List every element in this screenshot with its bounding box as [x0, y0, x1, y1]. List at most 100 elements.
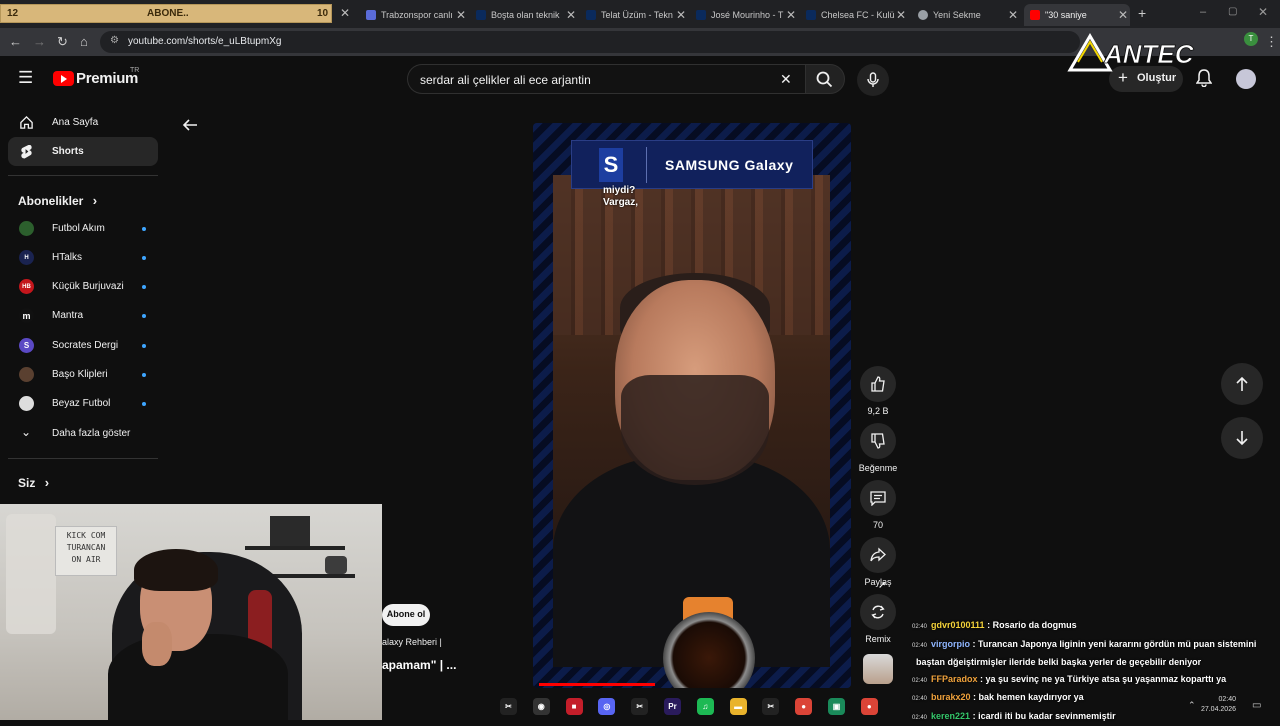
discord-icon[interactable]: ◎ — [598, 698, 615, 715]
folder-icon[interactable]: ▬ — [730, 698, 747, 715]
app-red-icon[interactable]: ■ — [566, 698, 583, 715]
site-info-icon[interactable]: ⚙ — [110, 35, 119, 46]
voice-search-button[interactable] — [857, 64, 889, 96]
capcut-icon[interactable]: ✂ — [500, 698, 517, 715]
share-button[interactable] — [860, 537, 896, 573]
hamburger-menu-icon[interactable]: ☰ — [18, 68, 33, 88]
comments-button[interactable] — [860, 480, 896, 516]
search-button[interactable] — [805, 64, 845, 94]
samsung-banner-text: SAMSUNG Galaxy — [665, 157, 793, 173]
chrome-icon[interactable]: ● — [795, 698, 812, 715]
taskbar-clock[interactable]: 02:40 27.04.2026 — [1196, 695, 1236, 715]
menu-dots-icon[interactable]: ⋮ — [1265, 34, 1278, 50]
back-arrow-icon[interactable] — [182, 118, 198, 132]
dislike-button[interactable] — [860, 423, 896, 459]
sign-line: KICK COM — [56, 530, 116, 542]
tab-title: Telat Üzüm - Tekn — [601, 10, 673, 20]
sidebar-sub-beyaz-futbol[interactable]: Beyaz Futbol — [8, 389, 158, 418]
video-title[interactable]: apamam" | ... — [382, 658, 456, 672]
share-icon — [870, 547, 886, 563]
account-avatar[interactable] — [1236, 69, 1256, 89]
tab-close-icon[interactable]: ✕ — [1118, 8, 1128, 22]
next-short-button[interactable] — [1221, 417, 1263, 459]
clock-date: 27.04.2026 — [1196, 705, 1236, 715]
reload-icon[interactable]: ↻ — [57, 34, 68, 50]
tab-bosta[interactable]: Boşta olan teknik ✕ — [470, 4, 578, 26]
tab-close-icon[interactable]: ✕ — [896, 8, 906, 22]
cam-person-body — [108, 634, 288, 720]
chat-username: burakx20 — [931, 692, 971, 702]
sidebar-sub-kucuk-burjuvazi[interactable]: HB Küçük Burjuvazi — [8, 272, 158, 301]
capcut2-icon[interactable]: ✂ — [631, 698, 648, 715]
channel-avatar — [19, 221, 34, 236]
webcam-overlay: KICK COM TURANCAN ON AIR — [0, 504, 382, 720]
minimize-icon[interactable]: – — [1200, 6, 1206, 18]
thumbs-down-icon — [870, 433, 886, 449]
new-tab-icon[interactable]: + — [1138, 5, 1146, 21]
channel-avatar: H — [19, 250, 34, 265]
sidebar-sub-label: Mantra — [52, 310, 83, 321]
youtube-logo-icon[interactable] — [53, 71, 74, 86]
tab-mourinho[interactable]: José Mourinho - T ✕ — [690, 4, 798, 26]
premiere-icon[interactable]: Pr — [664, 698, 681, 715]
sign-line: ON AIR — [56, 554, 116, 566]
profile-icon[interactable]: T — [1244, 32, 1258, 46]
maximize-icon[interactable]: ▢ — [1228, 6, 1237, 17]
sidebar-sub-htalks[interactable]: H HTalks — [8, 243, 158, 272]
back-icon[interactable]: ← — [9, 34, 22, 49]
sidebar-sub-label: Beyaz Futbol — [52, 398, 110, 409]
sidebar-show-more[interactable]: ⌄ Daha fazla göster — [8, 419, 158, 448]
previous-short-button[interactable] — [1221, 363, 1263, 405]
shorts-video-player[interactable]: S SAMSUNG Galaxy miydi? Vargaz, — [533, 123, 851, 688]
tab-telat-uzum[interactable]: Telat Üzüm - Tekn ✕ — [580, 4, 688, 26]
tab-title: Chelsea FC - Kulü — [821, 10, 895, 20]
sidebar-item-shorts[interactable]: Shorts — [8, 137, 158, 166]
search-icon — [816, 71, 833, 88]
sidebar-sub-futbol-akim[interactable]: Futbol Akım — [8, 214, 158, 243]
capcut3-icon[interactable]: ✂ — [762, 698, 779, 715]
tab-trabzonspor[interactable]: Trabzonspor canlı ✕ — [360, 4, 468, 26]
sidebar-item-home[interactable]: Ana Sayfa — [8, 108, 158, 137]
tab-close-icon[interactable]: ✕ — [676, 8, 686, 22]
tab-close-icon[interactable]: ✕ — [786, 8, 796, 22]
tab-new-tab[interactable]: Yeni Sekme ✕ — [912, 4, 1020, 26]
tab-close-icon[interactable]: ✕ — [1008, 8, 1018, 22]
subscriptions-heading[interactable]: Abonelikler › — [18, 193, 97, 208]
search-input[interactable]: serdar ali çelikler ali ece arjantin ✕ — [407, 64, 805, 94]
address-bar[interactable]: ⚙ youtube.com/shorts/e_uLBtupmXg — [100, 31, 1080, 53]
forward-icon[interactable]: → — [33, 34, 46, 49]
window-close-icon[interactable]: ✕ — [1258, 5, 1268, 19]
you-heading[interactable]: Siz › — [18, 475, 49, 490]
app-green-icon[interactable]: ▣ — [828, 698, 845, 715]
sidebar-sub-mantra[interactable]: m Mantra — [8, 301, 158, 330]
youtube-logo-text[interactable]: Premium — [76, 70, 138, 87]
tab-youtube-active[interactable]: "30 saniye ✕ — [1024, 4, 1130, 26]
new-content-dot — [142, 373, 146, 377]
sidebar-sub-baso[interactable]: Başo Klipleri — [8, 360, 158, 389]
notification-center-icon[interactable]: ▭ — [1252, 700, 1261, 711]
tab-title: "30 saniye — [1045, 10, 1087, 20]
obs-icon[interactable]: ◉ — [533, 698, 550, 715]
chat-username: keren221 — [931, 711, 970, 721]
subscribe-button[interactable]: Abone ol — [382, 604, 430, 626]
spotify-icon[interactable]: ♫ — [697, 698, 714, 715]
tab-close-icon[interactable]: ✕ — [340, 6, 350, 20]
tab-close-icon[interactable]: ✕ — [456, 8, 466, 22]
clear-search-icon[interactable]: ✕ — [780, 71, 792, 88]
video-frame — [553, 175, 830, 667]
like-button[interactable] — [860, 366, 896, 402]
tab-close-icon[interactable]: ✕ — [566, 8, 576, 22]
sidebar-sub-socrates[interactable]: S Socrates Dergi — [8, 331, 158, 360]
chrome2-icon[interactable]: ● — [861, 698, 878, 715]
home-icon[interactable]: ⌂ — [80, 34, 88, 49]
tab-chelsea[interactable]: Chelsea FC - Kulü ✕ — [800, 4, 908, 26]
mouse-cursor-icon: ➚ — [878, 580, 886, 591]
tab-favicon-icon — [918, 10, 928, 20]
new-content-dot — [142, 314, 146, 318]
cam-shelf-item — [325, 556, 347, 574]
tray-chevron-icon[interactable]: ⌃ — [1188, 700, 1196, 711]
video-progress-bar[interactable] — [539, 683, 655, 686]
remix-button[interactable] — [860, 594, 896, 630]
cam-shelf — [265, 574, 355, 578]
audio-thumbnail[interactable] — [863, 654, 893, 684]
